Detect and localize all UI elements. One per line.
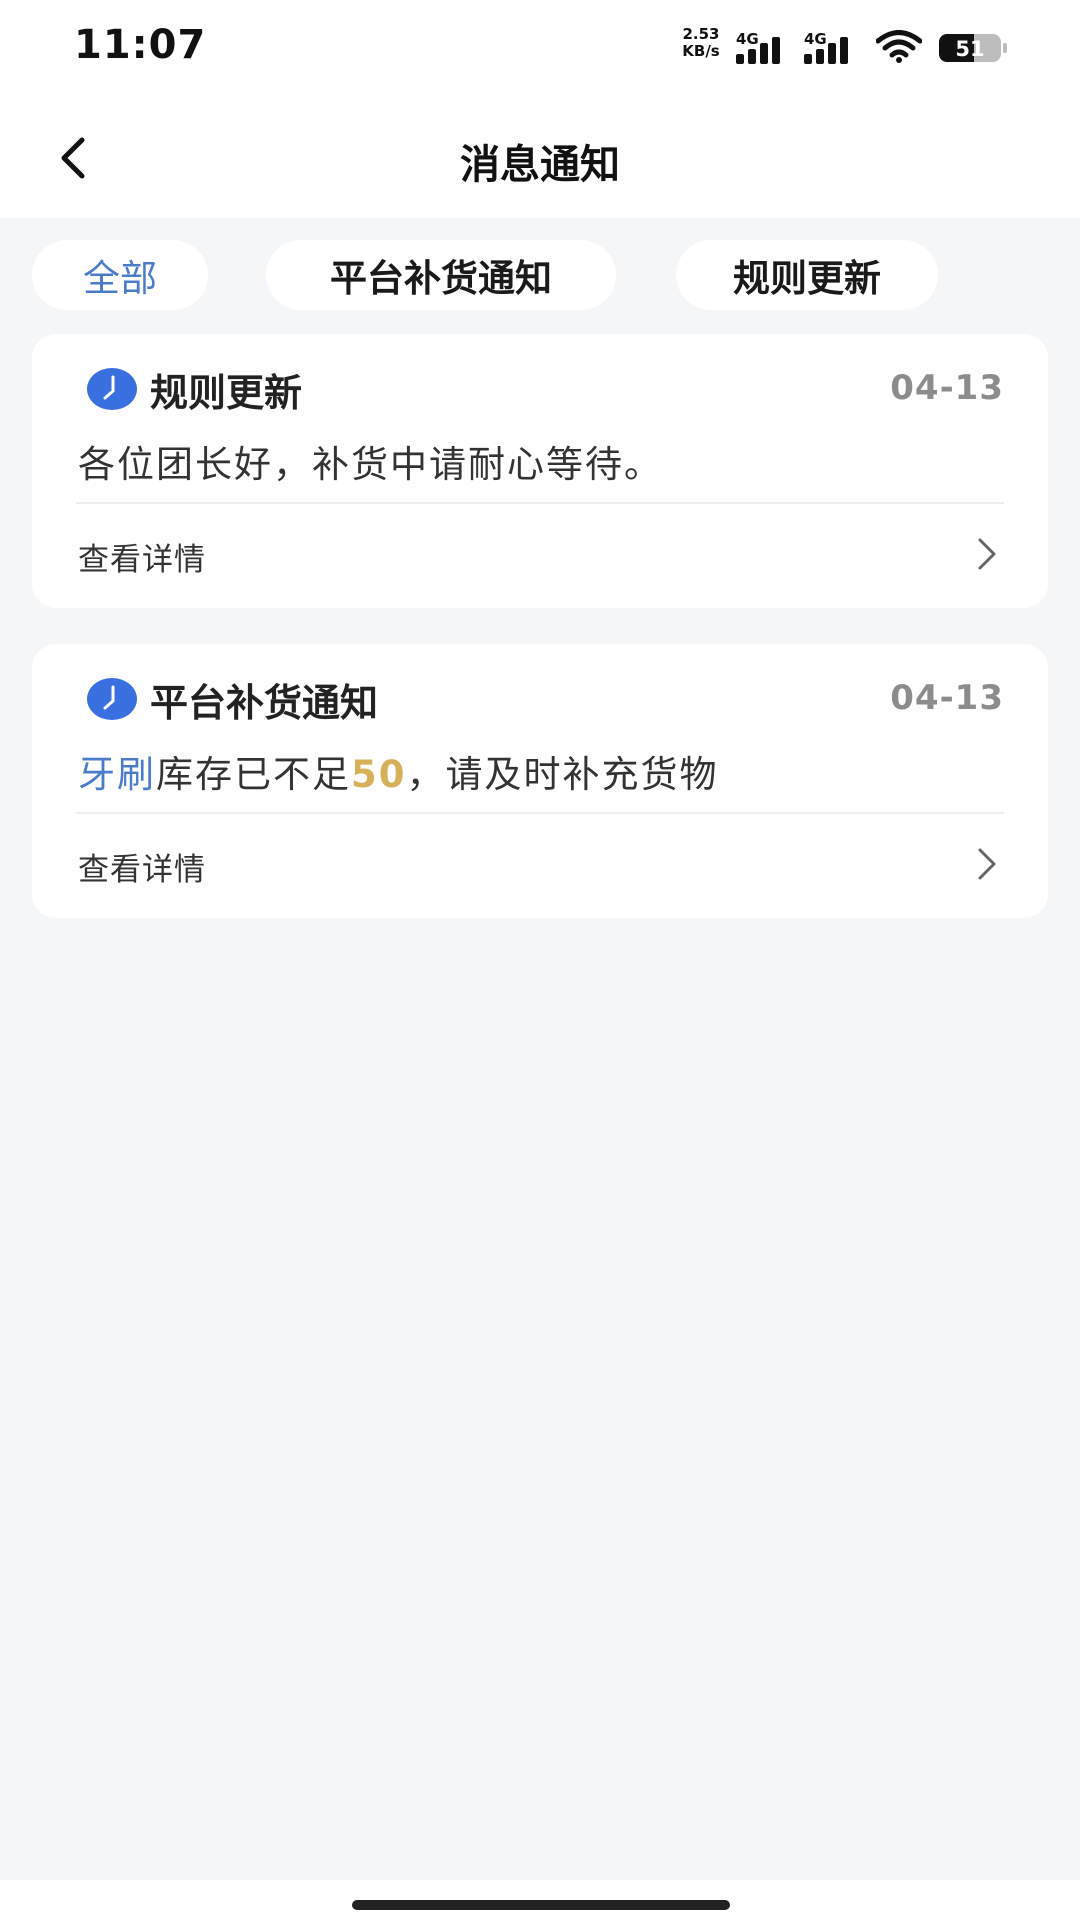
card-title: 平台补货通知 [150, 680, 379, 725]
signal-sim2-type: 4G [804, 30, 827, 48]
signal-sim2-icon: 4G [804, 30, 864, 64]
filter-tabs: 全部 平台补货通知 规则更新 [0, 240, 1080, 312]
notification-card[interactable]: 规则更新 04-13 各位团长好，补货中请耐心等待。 查看详情 [32, 334, 1048, 608]
tab-rule-update[interactable]: 规则更新 [676, 240, 938, 310]
clock-icon [87, 678, 137, 720]
network-speed: 2.53 KB/s [676, 26, 726, 60]
clock-icon [87, 368, 137, 410]
message-text-end: ，请及时补充货物 [406, 753, 719, 796]
card-header: 平台补货通知 [86, 674, 379, 725]
view-details-link[interactable]: 查看详情 [32, 814, 1048, 910]
chevron-right-icon [978, 538, 996, 570]
battery-icon: 51 [939, 34, 1007, 62]
view-details-label: 查看详情 [78, 542, 206, 578]
bottom-bar [0, 1880, 1080, 1920]
card-header: 规则更新 [86, 364, 303, 415]
card-title: 规则更新 [150, 370, 303, 415]
status-bar: 11:07 2.53 KB/s 4G 4G 51 [0, 0, 1080, 96]
status-time: 11:07 [74, 22, 207, 68]
wifi-icon [876, 30, 922, 63]
card-date: 04-13 [890, 678, 1004, 718]
signal-sim1-icon: 4G [736, 30, 796, 64]
network-speed-unit: KB/s [682, 42, 720, 60]
card-message: 牙刷库存已不足50，请及时补充货物 [78, 744, 719, 798]
message-text: 库存已不足 [156, 753, 351, 796]
view-details-link[interactable]: 查看详情 [32, 504, 1048, 600]
card-date: 04-13 [890, 368, 1004, 408]
home-indicator[interactable] [352, 1900, 730, 1910]
tab-restock-notice[interactable]: 平台补货通知 [266, 240, 616, 310]
product-name: 牙刷 [78, 753, 156, 796]
network-speed-value: 2.53 [682, 25, 720, 43]
page-title: 消息通知 [460, 142, 620, 188]
nav-bar: 消息通知 [0, 96, 1080, 218]
card-message: 各位团长好，补货中请耐心等待。 [78, 443, 663, 486]
view-details-label: 查看详情 [78, 852, 206, 888]
notification-card[interactable]: 平台补货通知 04-13 牙刷库存已不足50，请及时补充货物 查看详情 [32, 644, 1048, 918]
tab-all[interactable]: 全部 [32, 240, 208, 310]
battery-level: 51 [955, 37, 984, 61]
stock-count: 50 [351, 753, 407, 796]
signal-sim1-type: 4G [736, 30, 759, 48]
chevron-right-icon [978, 848, 996, 880]
